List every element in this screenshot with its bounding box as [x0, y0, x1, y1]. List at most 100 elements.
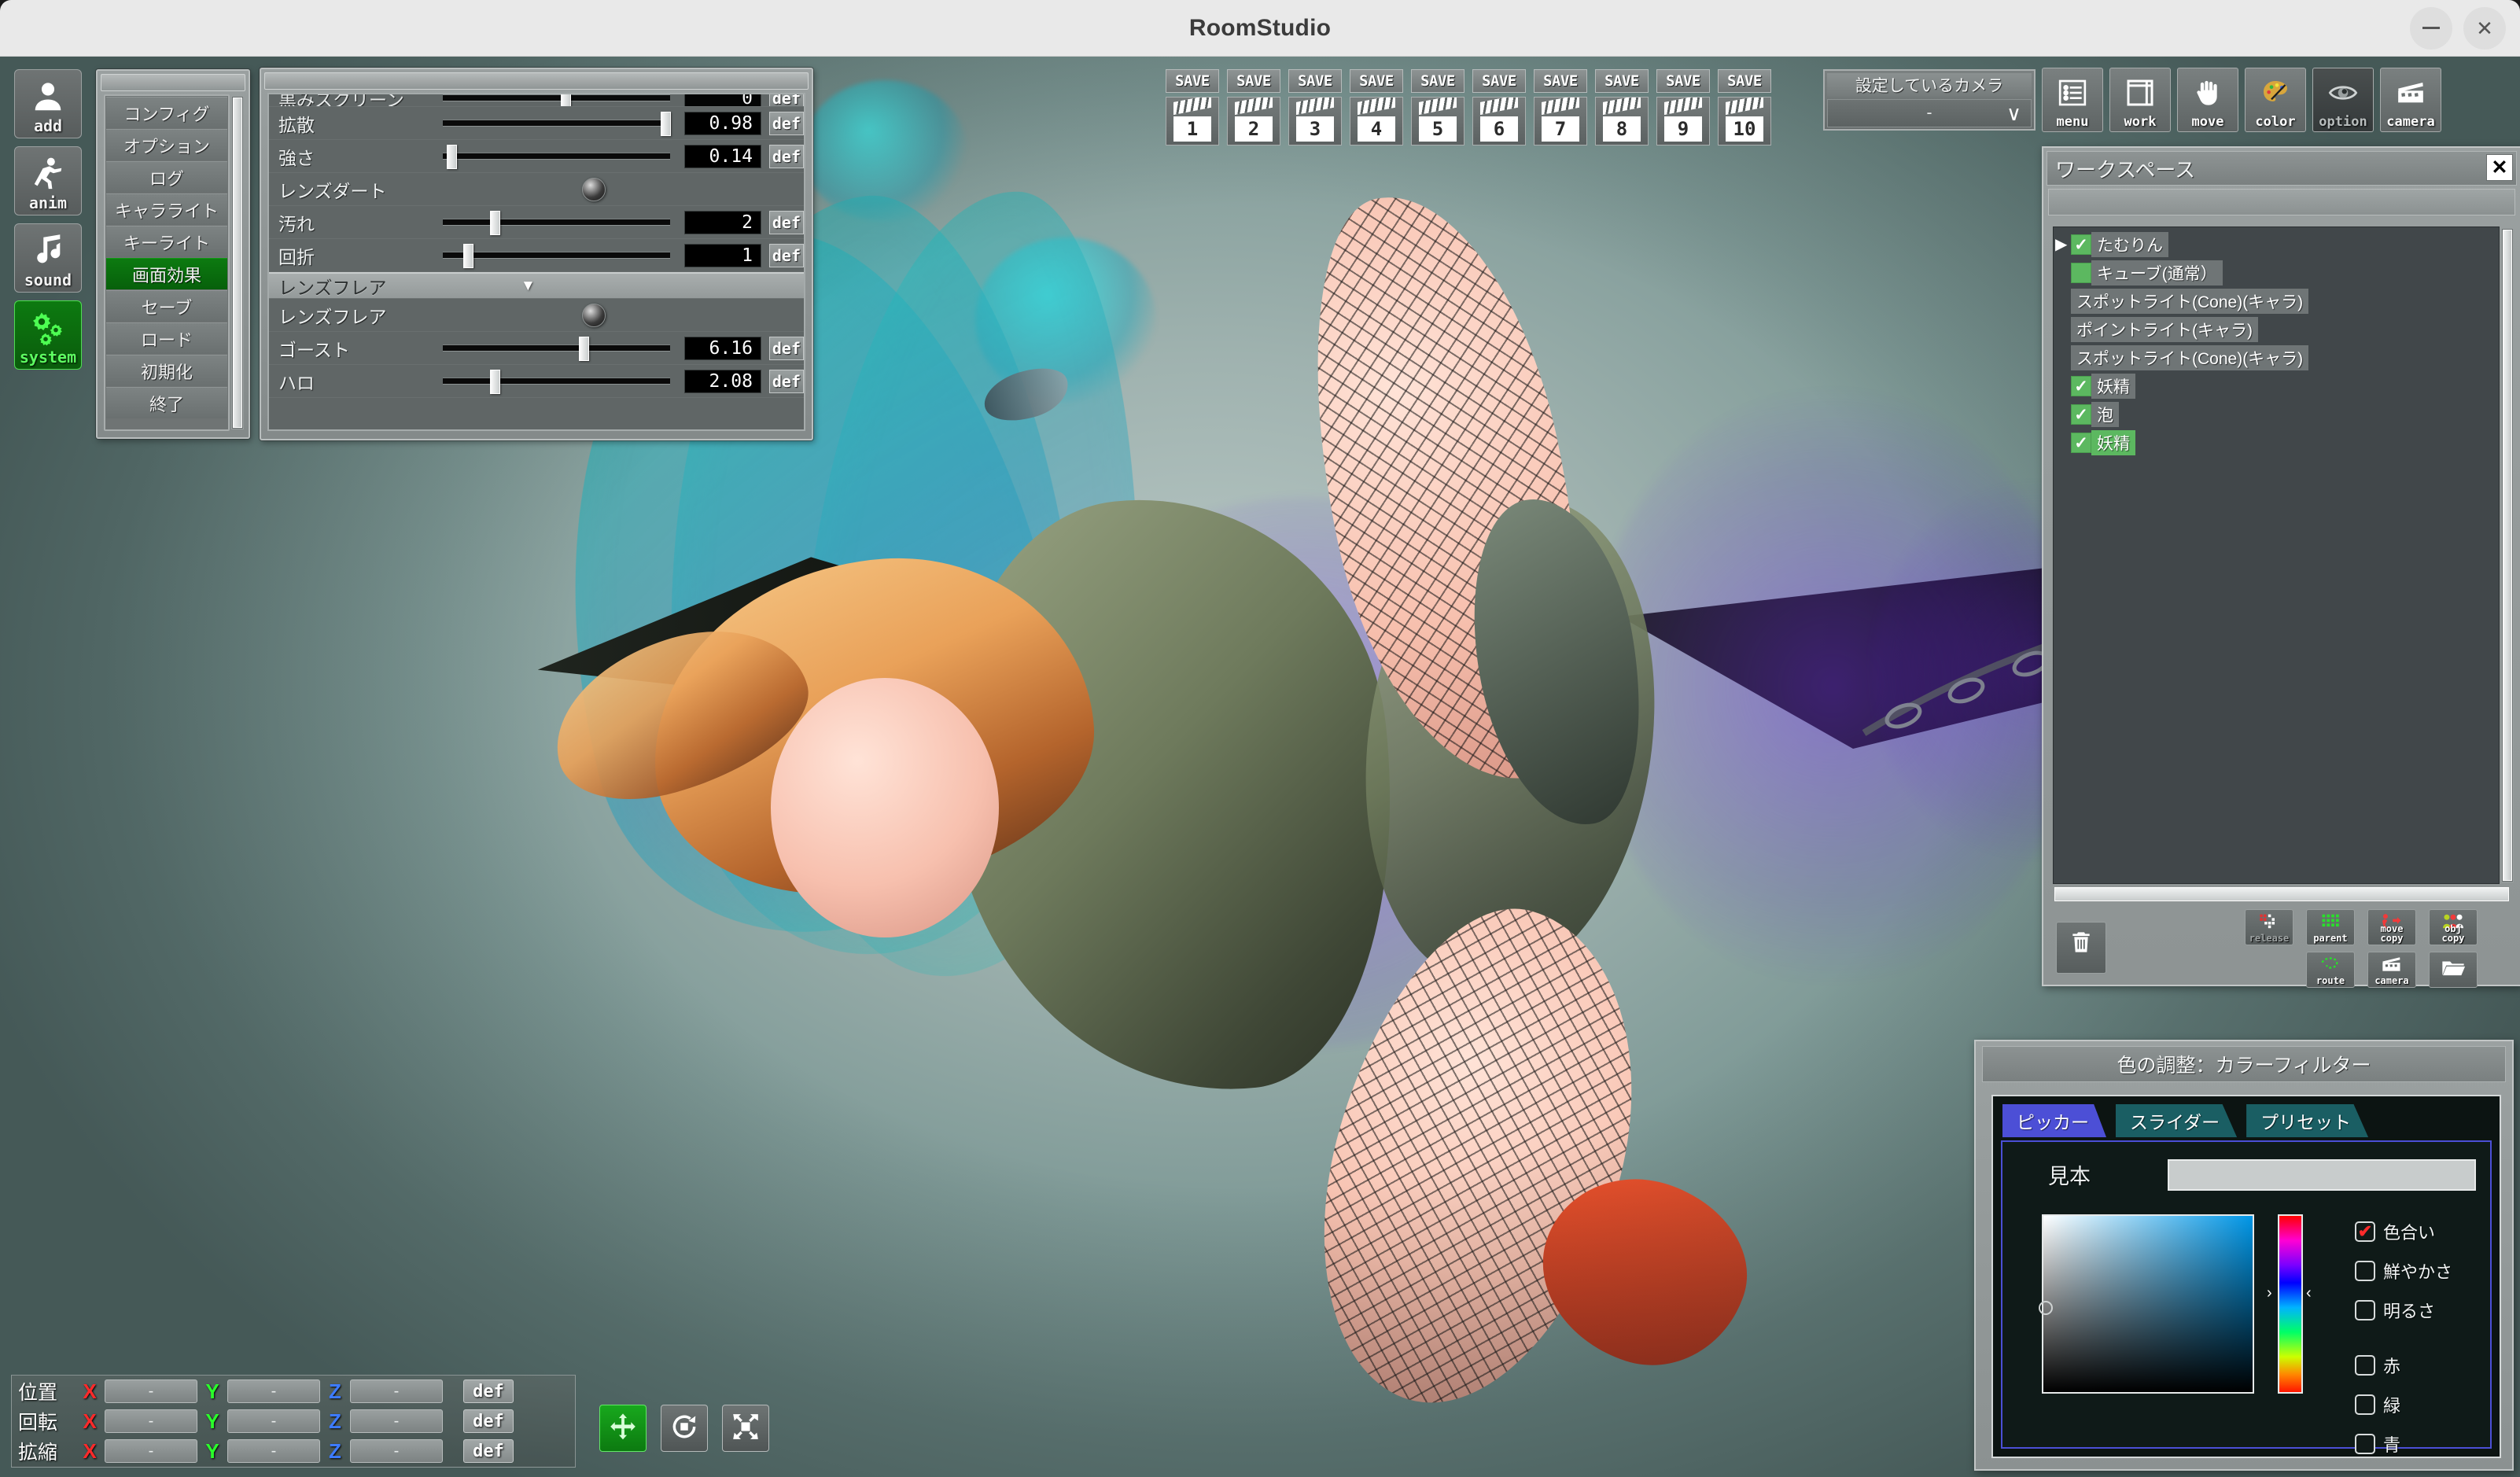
workspace-list-item[interactable]: ✓ 泡 [2065, 402, 2499, 427]
tool-button-option[interactable]: option [2312, 68, 2374, 132]
visibility-checkbox[interactable]: ✓ [2071, 404, 2091, 425]
minimize-button[interactable] [2410, 6, 2452, 50]
tab-slider[interactable]: スライダー [2116, 1104, 2238, 1137]
workspace-list-item[interactable]: ✓ 妖精 [2065, 374, 2499, 399]
tab-preset[interactable]: プリセット [2246, 1104, 2369, 1137]
checkbox-box[interactable]: ✔ [2355, 1394, 2375, 1415]
rotation-z-input[interactable]: - [350, 1409, 443, 1433]
param-default-button[interactable]: def [768, 243, 804, 267]
save-slot-icon-button[interactable]: 10 [1718, 97, 1771, 145]
param-value[interactable]: 6.16 [684, 336, 761, 360]
checkbox-box[interactable]: ✔ [2355, 1261, 2375, 1281]
menu-item-exit[interactable]: 終了 [106, 387, 227, 418]
param-value[interactable]: 2 [684, 210, 761, 234]
save-slot-icon-button[interactable]: 6 [1472, 97, 1526, 145]
delete-button[interactable] [2056, 922, 2106, 974]
route-button[interactable]: route [2306, 952, 2355, 988]
menu-item-screen-effect[interactable]: 画面効果 [106, 258, 227, 289]
save-button[interactable]: SAVE [1166, 69, 1219, 93]
param-slider-knob[interactable] [561, 94, 572, 106]
position-z-input[interactable]: - [350, 1379, 443, 1403]
save-slot-icon-button[interactable]: 3 [1288, 97, 1342, 145]
save-slot-icon-button[interactable]: 5 [1411, 97, 1464, 145]
expand-arrow-icon[interactable]: ▶ [2054, 237, 2071, 252]
release-button[interactable]: release [2245, 909, 2293, 945]
param-slider-track[interactable] [442, 370, 670, 394]
tab-picker[interactable]: ピッカー [2002, 1104, 2106, 1137]
param-default-button[interactable]: def [768, 111, 804, 135]
checkbox-box[interactable]: ✔ [2355, 1221, 2375, 1242]
tool-button-move[interactable]: move [2177, 68, 2238, 132]
menu-scrollbar-thumb[interactable] [233, 98, 242, 428]
save-slot-icon-button[interactable]: 9 [1656, 97, 1710, 145]
checkbox-blue[interactable]: ✔ 青 [2355, 1431, 2400, 1457]
parent-button[interactable]: parent [2306, 909, 2355, 945]
save-button[interactable]: SAVE [1718, 69, 1771, 93]
save-slot-icon-button[interactable]: 7 [1534, 97, 1587, 145]
workspace-list-item[interactable]: ✓ 妖精 [2065, 430, 2499, 455]
workspace-vertical-scrollbar[interactable] [2501, 228, 2514, 882]
save-slot-icon-button[interactable]: 1 [1166, 97, 1219, 145]
param-slider-track[interactable] [442, 337, 670, 361]
save-button[interactable]: SAVE [1227, 69, 1280, 93]
param-slider-knob[interactable] [490, 370, 501, 394]
menu-scrollbar[interactable] [231, 96, 244, 429]
checkbox-hue[interactable]: ✔ 色合い [2355, 1219, 2435, 1244]
workspace-titlebar[interactable]: ワークスペース ✕ [2047, 151, 2517, 186]
param-slider-track[interactable] [442, 94, 670, 106]
rotation-y-input[interactable]: - [227, 1409, 320, 1433]
rotation-x-input[interactable]: - [105, 1409, 197, 1433]
checkbox-brightness[interactable]: ✔ 明るさ [2355, 1298, 2435, 1323]
param-slider-knob[interactable] [490, 211, 501, 235]
move-gizmo-button[interactable] [599, 1405, 647, 1452]
workspace-list-item[interactable]: スポットライト(Cone)(キャラ) [2065, 289, 2499, 314]
visibility-checkbox[interactable]: ✓ [2071, 234, 2091, 255]
tool-button-camera[interactable]: camera [2380, 68, 2441, 132]
save-button[interactable]: SAVE [1288, 69, 1342, 93]
save-button[interactable]: SAVE [1595, 69, 1649, 93]
sv-cursor-icon[interactable] [2039, 1301, 2053, 1315]
param-default-button[interactable]: def [768, 210, 804, 234]
visibility-checkbox[interactable]: ✓ [2071, 433, 2091, 453]
scale-x-input[interactable]: - [105, 1439, 197, 1463]
workspace-list-item[interactable]: ▶ ✓ たむりん [2055, 232, 2499, 257]
param-slider-track[interactable] [442, 244, 670, 268]
workspace-list-item[interactable]: スポットライト(Cone)(キャラ) [2065, 345, 2499, 370]
panel-grip[interactable] [101, 74, 245, 91]
save-slot-icon-button[interactable]: 2 [1227, 97, 1280, 145]
param-section-lensflare[interactable]: レンズフレア ▼ [269, 272, 804, 299]
saturation-value-field[interactable] [2039, 1214, 2254, 1394]
workspace-horizontal-scrollbar[interactable] [2054, 887, 2509, 901]
close-button[interactable]: ✕ [2463, 6, 2506, 50]
workspace-scrollbar-thumb[interactable] [2503, 230, 2512, 881]
menu-item-load[interactable]: ロード [106, 322, 227, 354]
scale-z-input[interactable]: - [350, 1439, 443, 1463]
workspace-object-list[interactable]: ▶ ✓ たむりん ✓ キューブ(通常） スポットライト(Cone)(キャラ) ポ… [2053, 227, 2500, 884]
workspace-tabbar[interactable] [2048, 189, 2515, 215]
tool-button-work[interactable]: work [2109, 68, 2171, 132]
folder-button[interactable] [2429, 952, 2478, 988]
rotate-gizmo-button[interactable] [661, 1405, 708, 1452]
save-button[interactable]: SAVE [1472, 69, 1526, 93]
menu-item-log[interactable]: ログ [106, 161, 227, 193]
save-button[interactable]: SAVE [1534, 69, 1587, 93]
menu-item-charlight[interactable]: キャラライト [106, 193, 227, 225]
rail-button-anim[interactable]: anim [14, 146, 82, 215]
param-value[interactable]: 0.14 [684, 144, 761, 168]
sample-color-swatch[interactable] [2168, 1159, 2476, 1191]
menu-item-config[interactable]: コンフィグ [106, 97, 227, 128]
checkbox-green[interactable]: ✔ 緑 [2355, 1392, 2400, 1417]
param-slider-knob[interactable] [579, 337, 590, 361]
param-slider-track[interactable] [442, 112, 672, 136]
checkbox-box[interactable]: ✔ [2355, 1300, 2375, 1320]
param-value[interactable]: 0.98 [684, 111, 761, 135]
position-default-button[interactable]: def [463, 1379, 514, 1403]
rail-button-system[interactable]: system [14, 300, 82, 370]
param-toggle-knob[interactable] [582, 303, 606, 327]
checkbox-red[interactable]: ✔ 赤 [2355, 1353, 2400, 1378]
rail-button-add[interactable]: add [14, 69, 82, 138]
visibility-checkbox[interactable]: ✓ [2071, 263, 2091, 283]
param-slider-knob[interactable] [447, 145, 458, 169]
param-slider-knob[interactable] [661, 112, 672, 136]
param-slider-track[interactable] [442, 211, 670, 235]
